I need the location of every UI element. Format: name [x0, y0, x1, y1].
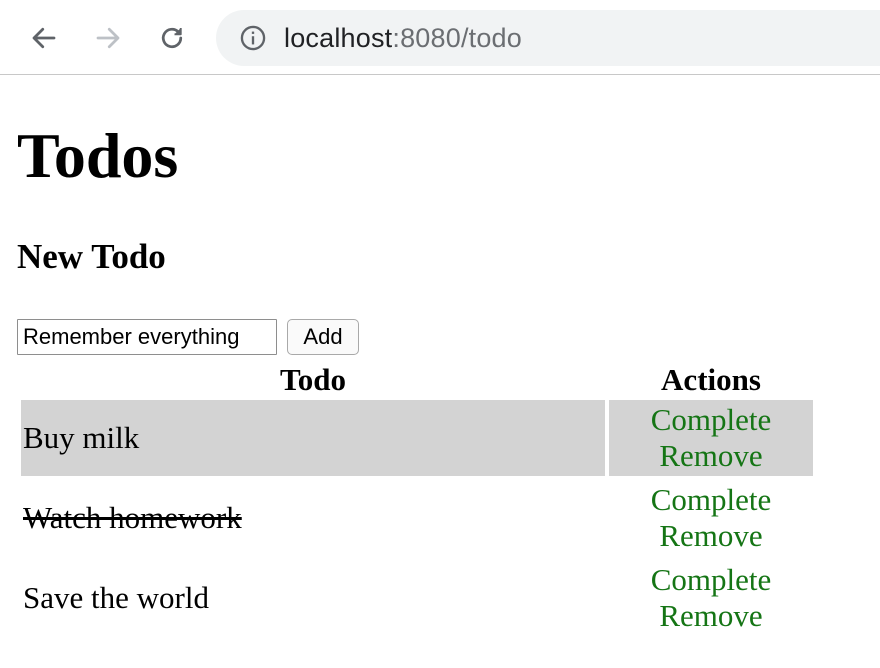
browser-toolbar: localhost:8080/todo [0, 0, 880, 75]
arrow-right-icon [96, 27, 120, 49]
back-button[interactable] [24, 18, 64, 58]
table-row: Watch homework Complete Remove [21, 480, 813, 556]
url-host: localhost [284, 22, 393, 53]
url-path: :8080/todo [392, 22, 522, 53]
todo-actions: Complete Remove [609, 400, 813, 476]
todo-actions: Complete Remove [609, 560, 813, 636]
todo-table: Todo Actions Buy milk Complete Remove Wa… [17, 360, 817, 640]
arrow-left-icon [32, 27, 56, 49]
new-todo-form: Add [17, 319, 359, 355]
todo-text-completed: Watch homework [23, 500, 242, 535]
table-row: Buy milk Complete Remove [21, 400, 813, 476]
todo-actions: Complete Remove [609, 480, 813, 556]
url-text: localhost:8080/todo [284, 23, 522, 54]
address-bar[interactable]: localhost:8080/todo [216, 10, 880, 66]
todo-text: Buy milk [21, 400, 605, 476]
new-todo-heading: New Todo [17, 237, 166, 276]
info-icon[interactable] [238, 23, 268, 53]
remove-link[interactable]: Remove [609, 598, 813, 634]
reload-icon [161, 27, 183, 49]
remove-link[interactable]: Remove [609, 438, 813, 474]
page-title: Todos [17, 120, 179, 191]
new-todo-input[interactable] [17, 319, 277, 355]
forward-button[interactable] [88, 18, 128, 58]
header-todo: Todo [279, 362, 347, 397]
table-header-row: Todo Actions [21, 364, 813, 396]
table-row: Save the world Complete Remove [21, 560, 813, 636]
header-actions: Actions [661, 362, 761, 397]
complete-link[interactable]: Complete [609, 402, 813, 438]
complete-link[interactable]: Complete [609, 562, 813, 598]
todo-text: Save the world [23, 580, 209, 615]
reload-button[interactable] [152, 18, 192, 58]
add-button[interactable]: Add [287, 319, 359, 355]
remove-link[interactable]: Remove [609, 518, 813, 554]
complete-link[interactable]: Complete [609, 482, 813, 518]
